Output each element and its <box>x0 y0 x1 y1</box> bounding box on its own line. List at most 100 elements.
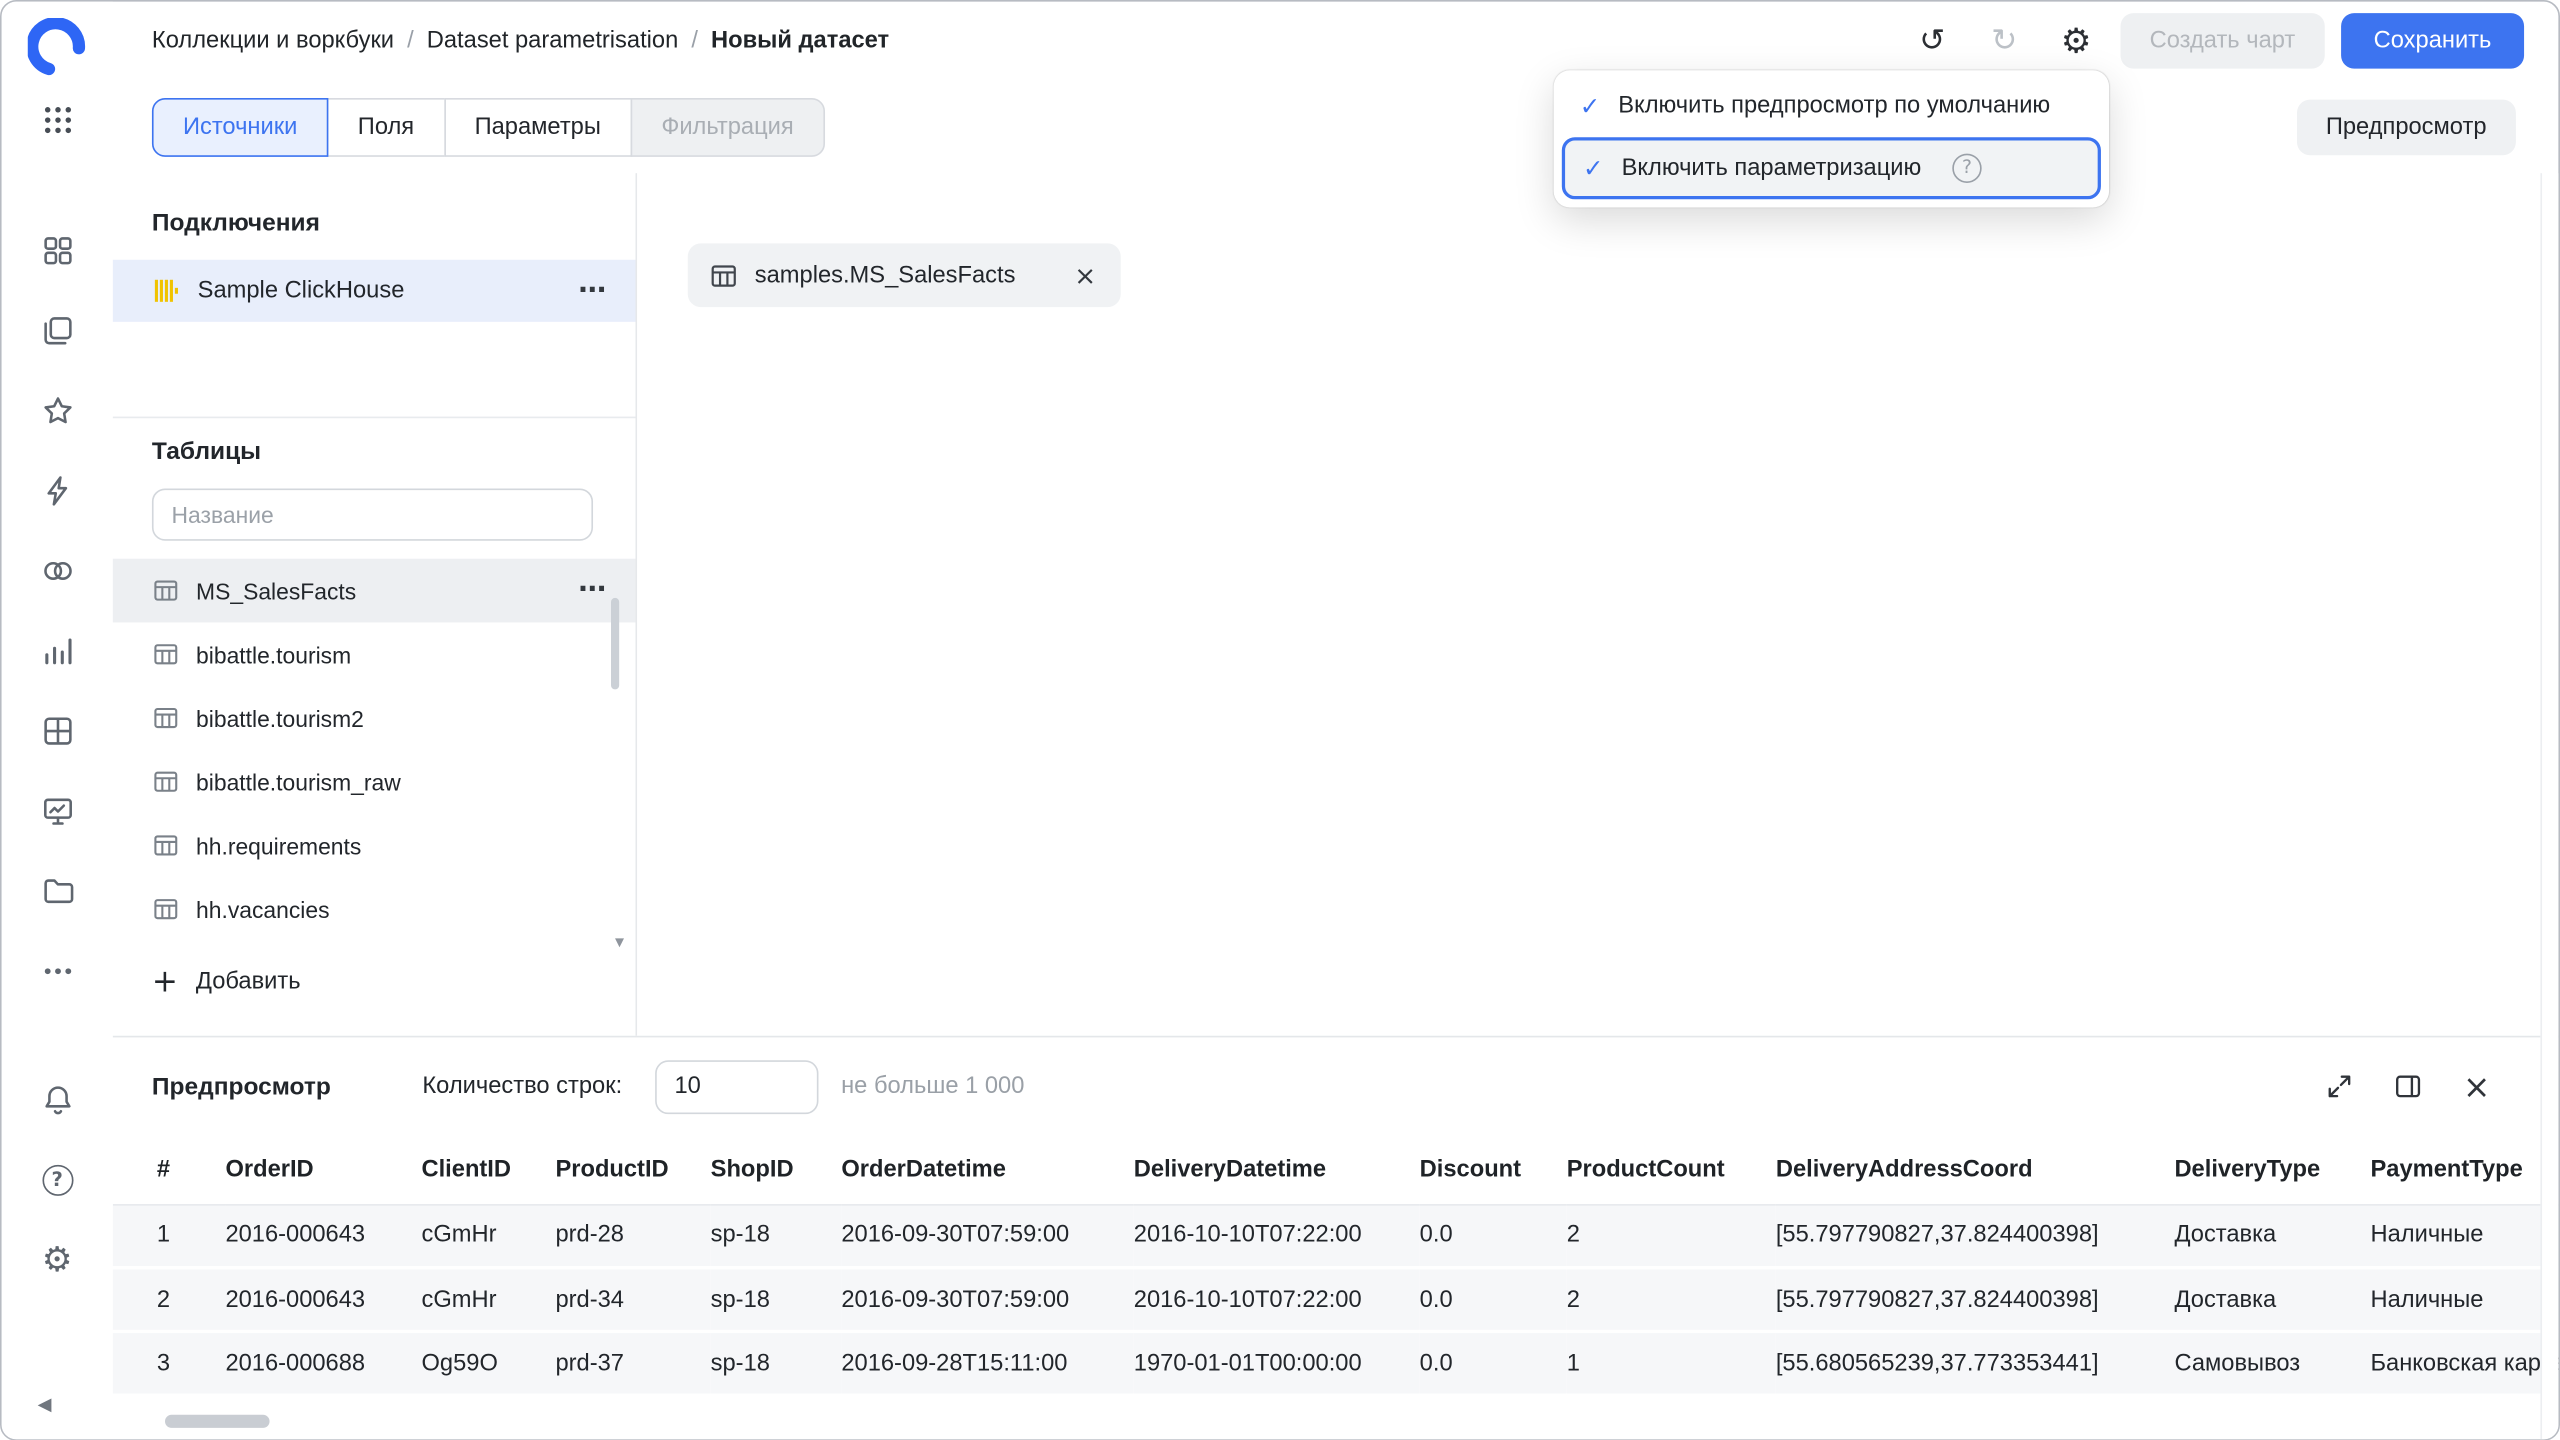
plus-icon: + <box>152 966 178 997</box>
dataset-tabs: Источники Поля Параметры Фильтрация <box>152 97 825 156</box>
expand-preview-button[interactable] <box>2320 1067 2359 1106</box>
table-cell: sp-18 <box>711 1268 842 1332</box>
table-search-input[interactable] <box>152 488 593 540</box>
table-cell: Самовывоз <box>2174 1331 2370 1395</box>
menu-item-default-preview[interactable]: ✓ Включить предпросмотр по умолчанию <box>1562 78 2101 134</box>
nav-files-button[interactable] <box>28 861 87 920</box>
tab-parameters[interactable]: Параметры <box>444 97 632 156</box>
collapse-rail-button[interactable]: ◀ <box>38 1395 52 1413</box>
layers-icon <box>40 313 74 347</box>
dataset-settings-button[interactable]: ⚙ <box>2048 13 2104 69</box>
rail-bottom-group: ? ⚙ <box>28 1070 87 1289</box>
nav-datasets-button[interactable] <box>28 701 87 760</box>
table-cell: 2016-09-30T07:59:00 <box>841 1268 1133 1332</box>
tab-filtering[interactable]: Фильтрация <box>630 97 824 156</box>
table-cell: 2 <box>1567 1268 1776 1332</box>
preview-toggle-button[interactable]: Предпросмотр <box>2296 99 2515 155</box>
table-menu-button[interactable]: ⋯ <box>578 577 606 605</box>
menu-item-label: Включить предпросмотр по умолчанию <box>1618 93 2050 119</box>
menu-item-parametrisation[interactable]: ✓ Включить параметризацию ? <box>1562 137 2101 199</box>
monitor-icon <box>40 793 74 827</box>
vertical-scrollbar[interactable] <box>2540 173 2558 1439</box>
undo-button[interactable]: ↺ <box>1905 13 1961 69</box>
column-header: ShopID <box>711 1135 842 1204</box>
app-window: ? ⚙ ◀ Коллекции и воркбуки / Dataset par… <box>0 0 2560 1440</box>
table-cell: cGmHr <box>421 1204 555 1268</box>
add-table-button[interactable]: + Добавить <box>152 957 636 1006</box>
table-list-item[interactable]: MS_SalesFacts ⋯ <box>113 559 636 623</box>
table-cell: Банковская карта <box>2370 1331 2558 1395</box>
nav-dashboards-button[interactable] <box>28 781 87 840</box>
table-cell: 2016-09-28T15:11:00 <box>841 1331 1133 1395</box>
connection-name: Sample ClickHouse <box>198 278 405 304</box>
table-cell: [55.797790827,37.824400398] <box>1776 1204 2175 1268</box>
connections-title: Подключения <box>152 209 636 237</box>
connection-item[interactable]: Sample ClickHouse ⋯ <box>113 260 636 322</box>
table-list-item[interactable]: hh.requirements <box>113 814 636 878</box>
remove-source-button[interactable]: × <box>1074 262 1096 288</box>
nav-charts-button[interactable] <box>28 621 87 680</box>
help-icon: ? <box>42 1164 73 1195</box>
help-tooltip-icon[interactable]: ? <box>1952 154 1981 183</box>
grid-icon <box>40 713 74 747</box>
table-list-item[interactable]: bibattle.tourism2 <box>113 686 636 750</box>
apps-grid-button[interactable] <box>28 90 87 149</box>
preview-title: Предпросмотр <box>152 1073 331 1101</box>
column-header: PaymentType <box>2370 1135 2558 1204</box>
source-table-chip[interactable]: samples.MS_SalesFacts × <box>688 243 1121 307</box>
nav-layers-button[interactable] <box>28 301 87 360</box>
datalens-logo[interactable] <box>28 18 87 77</box>
column-header: ProductCount <box>1567 1135 1776 1204</box>
content-area: Коллекции и воркбуки / Dataset parametri… <box>113 2 2559 1440</box>
main-area: Подключения Sample ClickHouse ⋯ Таблицы <box>113 173 2559 1036</box>
table-cell: 2016-09-30T07:59:00 <box>841 1204 1133 1268</box>
source-table-name: samples.MS_SalesFacts <box>755 262 1016 288</box>
redo-button[interactable]: ↻ <box>1976 13 2032 69</box>
table-cell: 2016-10-10T07:22:00 <box>1134 1268 1420 1332</box>
horizontal-scrollbar[interactable] <box>152 1415 2529 1428</box>
rail-settings-button[interactable]: ⚙ <box>28 1230 87 1289</box>
close-icon: × <box>2463 1070 2490 1103</box>
check-icon: ✓ <box>1583 156 1604 181</box>
bell-icon <box>40 1082 74 1116</box>
nav-tiles-button[interactable] <box>28 221 87 280</box>
save-button[interactable]: Сохранить <box>2341 13 2524 69</box>
table-list-item[interactable]: hh.vacancies <box>113 877 636 941</box>
table-cell: 2 <box>1567 1204 1776 1268</box>
row-count-hint: не больше 1 000 <box>841 1073 1024 1099</box>
breadcrumb-workbook[interactable]: Dataset parametrisation <box>427 28 678 54</box>
table-cell: 2016-000643 <box>225 1204 421 1268</box>
close-preview-button[interactable]: × <box>2457 1067 2496 1106</box>
table-list-item[interactable]: bibattle.tourism_raw <box>113 750 636 814</box>
nav-more-button[interactable] <box>28 941 87 1000</box>
tab-sources[interactable]: Источники <box>152 97 328 156</box>
column-header: DeliveryAddressCoord <box>1776 1135 2175 1204</box>
preview-actions: × <box>2320 1067 2496 1106</box>
horizontal-scrollbar-thumb[interactable] <box>165 1415 270 1428</box>
table-cell: cGmHr <box>421 1268 555 1332</box>
split-view-button[interactable] <box>2388 1067 2427 1106</box>
table-icon <box>152 704 180 732</box>
table-cell: Og59O <box>421 1331 555 1395</box>
tab-fields[interactable]: Поля <box>327 97 445 156</box>
notifications-button[interactable] <box>28 1070 87 1129</box>
nav-quick-actions-button[interactable] <box>28 461 87 520</box>
breadcrumb-separator: / <box>407 28 414 54</box>
breadcrumb-collections[interactable]: Коллекции и воркбуки <box>152 28 394 54</box>
help-button[interactable]: ? <box>28 1150 87 1209</box>
nav-connections-button[interactable] <box>28 541 87 600</box>
table-name: MS_SalesFacts <box>196 578 356 604</box>
tables-scrollbar-thumb[interactable] <box>611 598 619 689</box>
scroll-down-chevron-icon[interactable]: ▾ <box>615 933 624 951</box>
table-icon <box>152 577 180 605</box>
nav-favorites-button[interactable] <box>28 381 87 440</box>
row-count-input[interactable] <box>655 1059 818 1113</box>
create-chart-button[interactable]: Создать чарт <box>2120 13 2324 69</box>
table-list-item[interactable]: bibattle.tourism <box>113 622 636 686</box>
connection-menu-button[interactable]: ⋯ <box>578 277 606 305</box>
table-icon <box>709 261 738 290</box>
table-cell: prd-28 <box>555 1204 710 1268</box>
undo-icon: ↺ <box>1919 25 1945 56</box>
table-cell: prd-37 <box>555 1331 710 1395</box>
tiles-icon <box>40 233 74 267</box>
